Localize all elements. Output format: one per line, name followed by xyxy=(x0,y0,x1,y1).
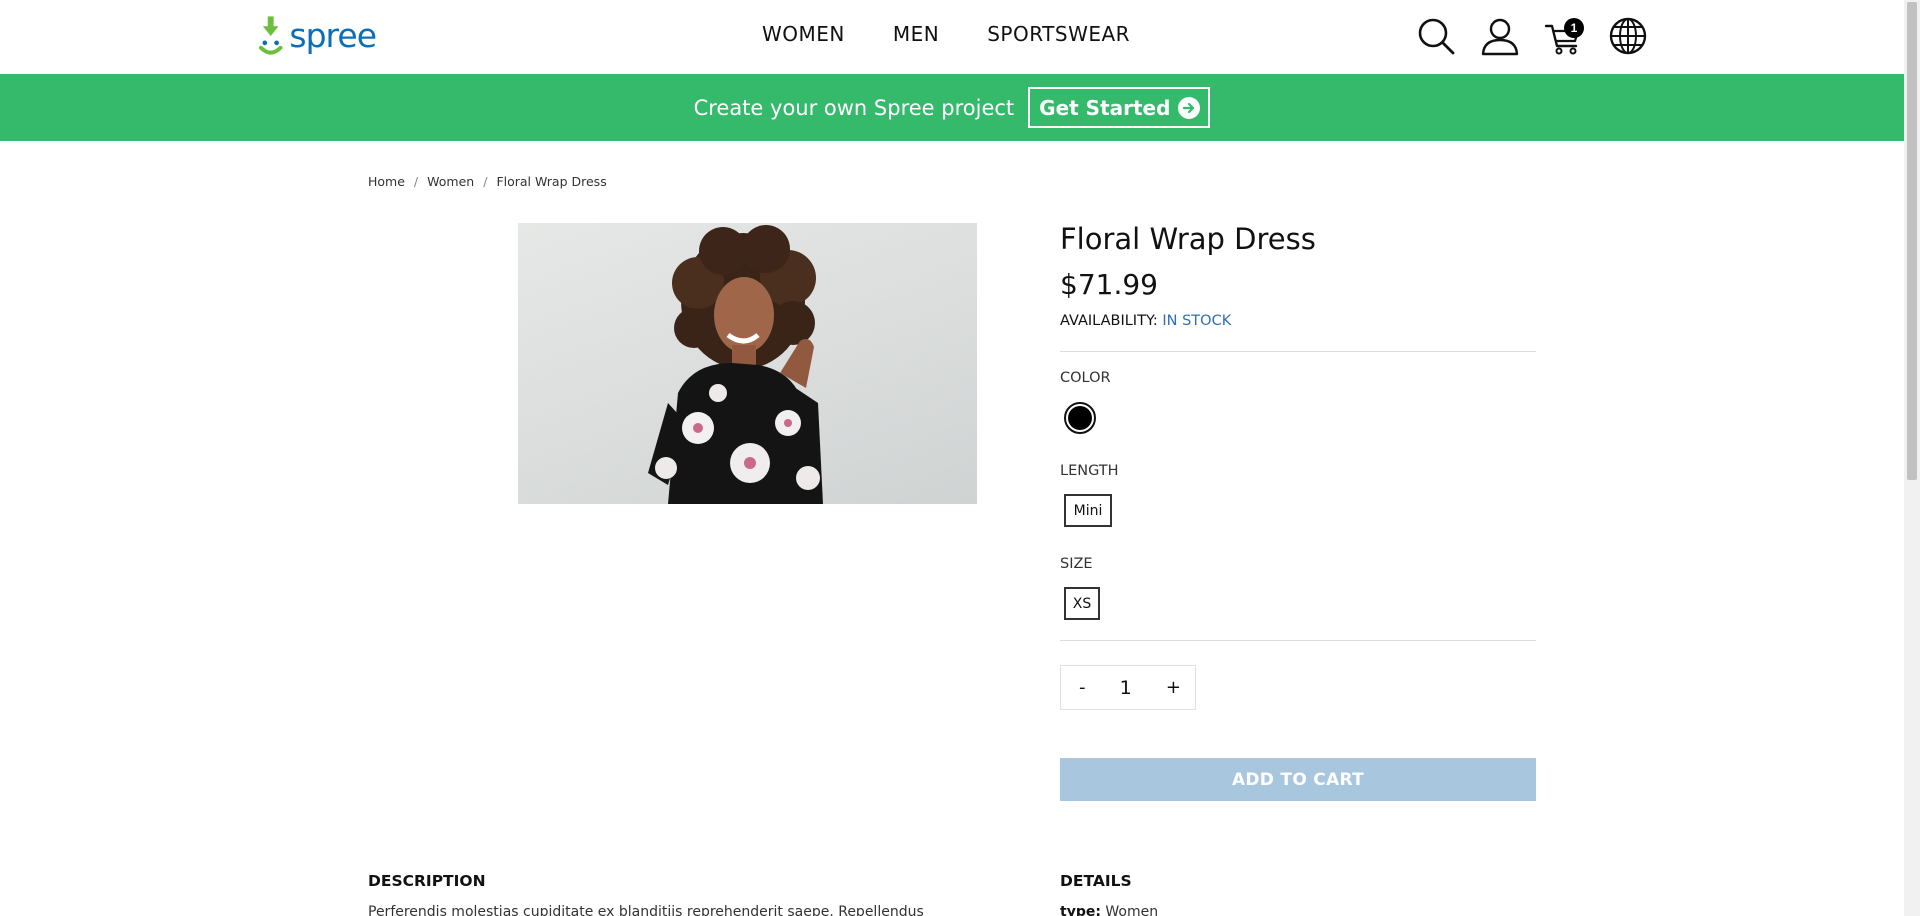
nav-women[interactable]: WOMEN xyxy=(762,22,845,46)
banner-text: Create your own Spree project xyxy=(693,95,1015,120)
breadcrumb-women[interactable]: Women xyxy=(427,174,474,189)
description-heading: DESCRIPTION xyxy=(368,872,486,890)
availability-label: AVAILABILITY: xyxy=(1060,313,1158,329)
color-label: COLOR xyxy=(1060,370,1111,386)
account-icon[interactable] xyxy=(1480,16,1520,56)
length-label: LENGTH xyxy=(1060,463,1119,479)
color-swatch-black[interactable] xyxy=(1064,402,1096,434)
site-header: spree WOMEN MEN SPORTSWEAR 1 xyxy=(0,0,1904,74)
quantity-value[interactable]: 1 xyxy=(1120,677,1132,699)
details-row: type: Women xyxy=(1060,904,1158,916)
header-icons: 1 xyxy=(1416,16,1648,56)
breadcrumb: Home / Women / Floral Wrap Dress xyxy=(368,174,607,189)
length-option-mini[interactable]: Mini xyxy=(1064,494,1112,527)
quantity-decrease-button[interactable]: - xyxy=(1079,677,1086,698)
details-type-key: type: xyxy=(1060,904,1101,916)
cart-icon[interactable]: 1 xyxy=(1544,16,1584,56)
color-swatch-fill xyxy=(1068,406,1092,430)
cart-count-badge: 1 xyxy=(1564,18,1584,38)
get-started-button[interactable]: Get Started xyxy=(1028,87,1211,128)
product-image[interactable] xyxy=(518,223,977,504)
breadcrumb-separator: / xyxy=(413,174,419,189)
product-price: $71.99 xyxy=(1060,268,1158,301)
spree-logo[interactable]: spree xyxy=(256,12,377,62)
quantity-stepper: - 1 + xyxy=(1060,665,1196,710)
breadcrumb-home[interactable]: Home xyxy=(368,174,405,189)
size-option-xs[interactable]: XS xyxy=(1064,587,1100,620)
breadcrumb-separator: / xyxy=(483,174,488,189)
description-text: Perferendis molestias cupiditate ex blan… xyxy=(368,904,924,916)
quantity-increase-button[interactable]: + xyxy=(1166,677,1181,698)
search-icon[interactable] xyxy=(1416,16,1456,56)
logo-mark-icon xyxy=(258,16,283,55)
details-heading: DETAILS xyxy=(1060,872,1132,890)
product-title: Floral Wrap Dress xyxy=(1060,222,1316,256)
add-to-cart-button[interactable]: ADD TO CART xyxy=(1060,758,1536,801)
globe-icon[interactable] xyxy=(1608,16,1648,56)
size-label: SIZE xyxy=(1060,556,1093,572)
divider xyxy=(1060,640,1536,641)
nav-men[interactable]: MEN xyxy=(893,22,939,46)
breadcrumb-current: Floral Wrap Dress xyxy=(496,174,607,189)
product-info: Floral Wrap Dress $71.99 AVAILABILITY: I… xyxy=(1060,222,1536,801)
divider xyxy=(1060,351,1536,352)
availability-status: IN STOCK xyxy=(1162,313,1232,329)
nav-sportswear[interactable]: SPORTSWEAR xyxy=(987,22,1130,46)
get-started-label: Get Started xyxy=(1039,95,1171,120)
logo-text: spree xyxy=(289,15,377,55)
arrow-right-icon xyxy=(1178,96,1201,119)
main-nav: WOMEN MEN SPORTSWEAR xyxy=(762,22,1130,46)
scrollbar-thumb[interactable] xyxy=(1907,2,1917,480)
page-scrollbar[interactable] xyxy=(1904,0,1920,916)
promo-banner: Create your own Spree project Get Starte… xyxy=(0,74,1904,141)
availability: AVAILABILITY: IN STOCK xyxy=(1060,313,1536,329)
details-type-value: Women xyxy=(1105,904,1159,916)
